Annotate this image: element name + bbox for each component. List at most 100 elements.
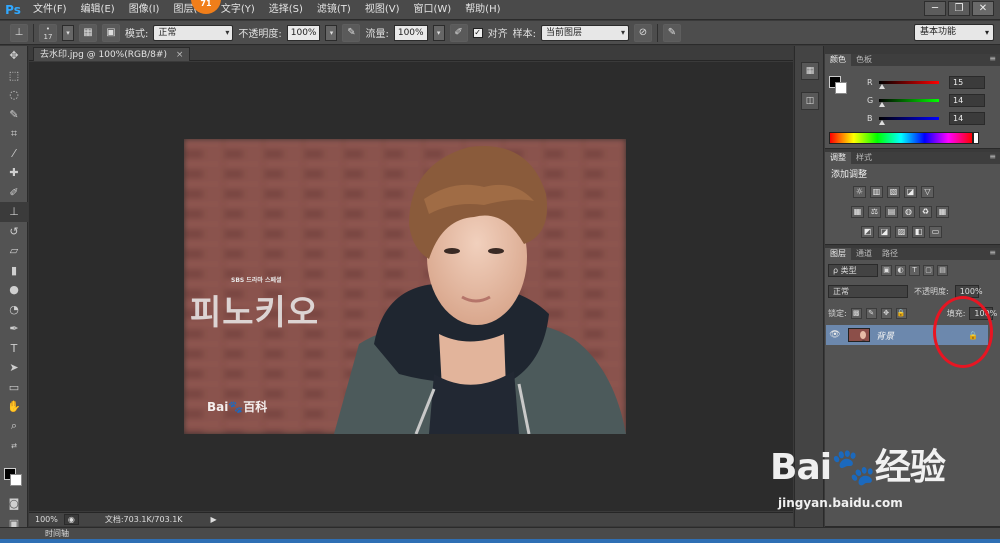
invert-icon[interactable]: ◩ — [861, 226, 874, 238]
close-icon[interactable]: × — [176, 50, 184, 60]
move-tool-icon[interactable]: ✥ — [0, 46, 28, 66]
filter-adjustment-icon[interactable]: ◐ — [895, 264, 906, 276]
tab-channels[interactable]: 通道 — [851, 248, 877, 260]
status-menu-arrow[interactable]: ▶ — [211, 515, 217, 524]
slider-knob[interactable] — [879, 84, 885, 89]
lock-transparent-icon[interactable]: ▩ — [850, 308, 862, 319]
healing-brush-tool-icon[interactable]: ✚ — [0, 163, 28, 183]
hue-saturation-icon[interactable]: ▦ — [851, 206, 864, 218]
brush-picker-arrow[interactable]: ▾ — [62, 24, 74, 41]
posterize-icon[interactable]: ◪ — [878, 226, 891, 238]
aligned-checkbox[interactable]: ✓ — [472, 27, 483, 38]
clone-stamp-tool-icon[interactable]: ⊥ — [10, 23, 28, 42]
restore-button[interactable]: ❐ — [948, 1, 970, 16]
brush-preset-picker[interactable]: • 17 — [39, 23, 57, 42]
menu-view[interactable]: 视图(V) — [358, 0, 407, 20]
filter-pixel-icon[interactable]: ▣ — [881, 264, 892, 276]
menu-help[interactable]: 帮助(H) — [458, 0, 507, 20]
blend-mode-select[interactable]: 正常 — [828, 285, 908, 298]
filter-shape-icon[interactable]: ▢ — [923, 264, 934, 276]
tab-paths[interactable]: 路径 — [877, 248, 903, 260]
red-slider[interactable] — [879, 81, 939, 89]
selective-color-icon[interactable]: ▭ — [929, 226, 942, 238]
history-brush-tool-icon[interactable]: ↺ — [0, 222, 28, 242]
color-spectrum[interactable] — [829, 132, 973, 144]
menu-type[interactable]: 文字(Y) — [214, 0, 262, 20]
menu-edit[interactable]: 编辑(E) — [74, 0, 122, 20]
color-balance-icon[interactable]: ⚖ — [868, 206, 881, 218]
document-image[interactable]: SBS 드라마 스페셜 피노키오 Bai🐾百科 — [184, 139, 626, 434]
tab-adjustments[interactable]: 调整 — [825, 152, 851, 164]
photo-filter-icon[interactable]: ◍ — [902, 206, 915, 218]
slider-knob[interactable] — [879, 120, 885, 125]
curves-icon[interactable]: ▧ — [887, 186, 900, 198]
brightness-contrast-icon[interactable]: ☼ — [853, 186, 866, 198]
flow-input[interactable]: 100% — [393, 24, 428, 41]
quick-select-tool-icon[interactable]: ✎ — [0, 105, 28, 125]
panel-menu-icon[interactable]: ≡ — [989, 54, 996, 63]
threshold-icon[interactable]: ▨ — [895, 226, 908, 238]
pressure-opacity-icon[interactable]: ✎ — [342, 23, 361, 42]
lock-pixels-icon[interactable]: ✎ — [865, 308, 877, 319]
zoom-tool-icon[interactable]: ⌕ — [0, 417, 28, 437]
blue-value-input[interactable]: 14 — [949, 112, 985, 125]
pen-tool-icon[interactable]: ✒ — [0, 319, 28, 339]
mode-select[interactable]: 正常 — [153, 24, 234, 41]
crop-tool-icon[interactable]: ⌗ — [0, 124, 28, 144]
toggle-brush-panel-icon[interactable]: ▦ — [79, 23, 97, 42]
filter-type-icon[interactable]: T — [909, 264, 920, 276]
tab-swatches[interactable]: 色板 — [851, 54, 877, 66]
gradient-map-icon[interactable]: ◧ — [912, 226, 925, 238]
zoom-level[interactable]: 100% — [35, 515, 58, 524]
tab-styles[interactable]: 样式 — [851, 152, 877, 164]
green-value-input[interactable]: 14 — [949, 94, 985, 107]
swap-colors-icon[interactable]: ⇄ — [0, 436, 28, 456]
status-info-icon[interactable]: ◉ — [63, 514, 79, 525]
color-lookup-icon[interactable]: ▦ — [936, 206, 949, 218]
blur-tool-icon[interactable]: ● — [0, 280, 28, 300]
dodge-tool-icon[interactable]: ◔ — [0, 300, 28, 320]
flow-slider-arrow[interactable]: ▾ — [432, 24, 445, 41]
minimize-button[interactable]: ─ — [924, 1, 946, 16]
panel-menu-icon[interactable]: ≡ — [989, 248, 996, 257]
lock-position-icon[interactable]: ✥ — [880, 308, 892, 319]
layer-thumbnail[interactable] — [848, 328, 870, 342]
red-value-input[interactable]: 15 — [949, 76, 985, 89]
hand-tool-icon[interactable]: ✋ — [0, 397, 28, 417]
gradient-tool-icon[interactable]: ▮ — [0, 261, 28, 281]
history-panel-icon[interactable]: ▦ — [801, 62, 819, 80]
menu-filter[interactable]: 滤镜(T) — [310, 0, 358, 20]
background-color-swatch[interactable] — [10, 474, 22, 486]
timeline-panel-tab[interactable]: 时间轴 — [0, 527, 1000, 539]
tab-color[interactable]: 颜色 — [825, 54, 851, 66]
green-slider[interactable] — [879, 99, 939, 107]
marquee-tool-icon[interactable]: ⬚ — [0, 66, 28, 86]
menu-window[interactable]: 窗口(W) — [406, 0, 458, 20]
lock-all-icon[interactable]: 🔒 — [895, 308, 907, 319]
brush-tool-icon[interactable]: ✐ — [0, 183, 28, 203]
rectangle-tool-icon[interactable]: ▭ — [0, 378, 28, 398]
tab-layers[interactable]: 图层 — [825, 248, 851, 260]
slider-knob[interactable] — [879, 102, 885, 107]
black-white-icon[interactable]: ▤ — [885, 206, 898, 218]
close-button[interactable]: ✕ — [972, 1, 994, 16]
opacity-input[interactable]: 100% — [286, 24, 321, 41]
panel-menu-icon[interactable]: ≡ — [989, 152, 996, 161]
toggle-clone-source-icon[interactable]: ▣ — [102, 23, 120, 42]
pressure-size-icon[interactable]: ✎ — [662, 23, 681, 42]
background-color-swatch[interactable] — [835, 82, 847, 94]
ignore-adjustment-layers-icon[interactable]: ⊘ — [633, 23, 652, 42]
layer-filter-kind-select[interactable]: ρ 类型 — [828, 263, 878, 277]
type-tool-icon[interactable]: T — [0, 339, 28, 359]
menu-file[interactable]: 文件(F) — [26, 0, 74, 20]
lasso-tool-icon[interactable]: ◌ — [0, 85, 28, 105]
white-swatch[interactable] — [973, 132, 979, 144]
eraser-tool-icon[interactable]: ▱ — [0, 241, 28, 261]
visibility-eye-icon[interactable]: 👁 — [826, 330, 844, 340]
workspace-select[interactable]: 基本功能 — [914, 24, 994, 41]
properties-panel-icon[interactable]: ◫ — [801, 92, 819, 110]
vibrance-icon[interactable]: ▽ — [921, 186, 934, 198]
menu-image[interactable]: 图像(I) — [122, 0, 167, 20]
clone-stamp-tool-icon[interactable]: ⊥ — [0, 202, 28, 222]
canvas-area[interactable]: SBS 드라마 스페셜 피노키오 Bai🐾百科 — [29, 62, 793, 511]
